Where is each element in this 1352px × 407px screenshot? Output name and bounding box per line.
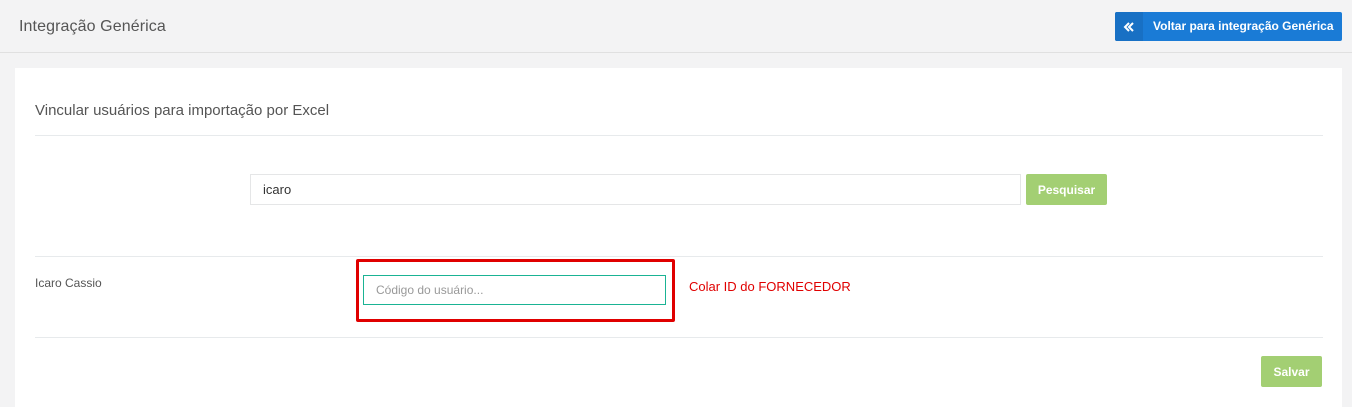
search-button[interactable]: Pesquisar bbox=[1026, 174, 1107, 205]
user-code-input[interactable] bbox=[363, 275, 666, 305]
divider bbox=[35, 337, 1323, 338]
search-input[interactable] bbox=[250, 174, 1021, 205]
page-title: Integração Genérica bbox=[19, 18, 166, 35]
content-panel: Vincular usuários para importação por Ex… bbox=[15, 68, 1342, 407]
annotation-text: Colar ID do FORNECEDOR bbox=[689, 279, 851, 294]
divider bbox=[35, 135, 1323, 136]
double-chevron-left-icon bbox=[1115, 12, 1143, 41]
user-name: Icaro Cassio bbox=[35, 276, 102, 290]
top-bar: Integração Genérica Voltar para integraç… bbox=[0, 0, 1352, 53]
divider bbox=[35, 256, 1323, 257]
back-button-label: Voltar para integração Genérica bbox=[1153, 19, 1334, 33]
section-title: Vincular usuários para importação por Ex… bbox=[35, 102, 330, 119]
save-button[interactable]: Salvar bbox=[1261, 356, 1322, 387]
back-to-integration-button[interactable]: Voltar para integração Genérica bbox=[1115, 12, 1342, 41]
